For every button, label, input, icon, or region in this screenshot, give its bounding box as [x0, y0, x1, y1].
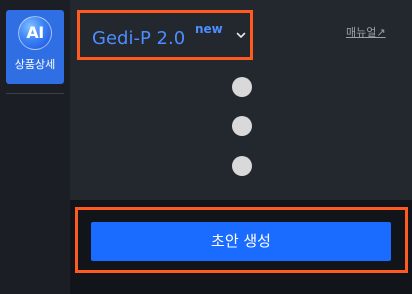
kebab-dot — [232, 77, 252, 97]
new-badge: new — [195, 22, 223, 36]
manual-link[interactable]: 매뉴얼↗ — [346, 26, 386, 40]
sidebar-divider — [6, 93, 64, 94]
chevron-down-icon — [236, 32, 246, 38]
kebab-dot — [232, 156, 252, 176]
sidebar: AI 상품상세 — [0, 0, 70, 294]
model-selector-dropdown[interactable]: Gedi-P 2.0 new — [77, 10, 253, 60]
main-panel: Gedi-P 2.0 new 매뉴얼↗ — [70, 0, 412, 200]
kebab-vertical-icon[interactable] — [232, 77, 252, 181]
model-name: Gedi-P 2.0 — [92, 28, 186, 49]
kebab-dot — [232, 116, 252, 136]
generate-draft-button[interactable]: 초안 생성 — [91, 222, 391, 261]
ai-icon: AI — [18, 16, 52, 50]
ai-badge-text: AI — [26, 23, 44, 42]
sidebar-item-label: 상품상세 — [14, 58, 56, 71]
sidebar-item-product-detail[interactable]: AI 상품상세 — [6, 10, 64, 84]
